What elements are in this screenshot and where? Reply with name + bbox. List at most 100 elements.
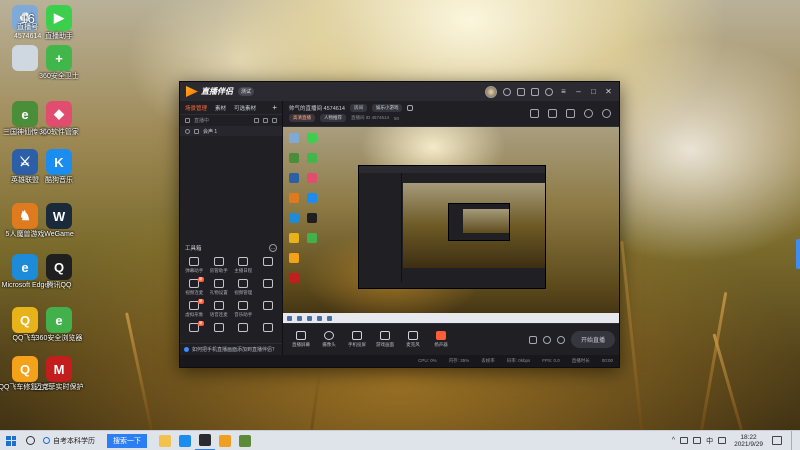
network-icon[interactable] [680, 437, 689, 444]
tool-item[interactable]: 音乐助手 [231, 299, 256, 321]
user-avatar[interactable] [485, 85, 497, 98]
taskbar-app-kugou[interactable] [175, 431, 195, 450]
status-item: 00:00 [601, 358, 613, 363]
side-edge-tab[interactable] [796, 239, 800, 269]
preview-desktop-icon [307, 233, 317, 243]
taskbar-app-misc[interactable] [235, 431, 255, 450]
desktop-icon[interactable]: W WeGame [26, 203, 92, 239]
lock-icon[interactable] [194, 128, 199, 134]
shirt-icon[interactable] [531, 87, 539, 96]
main-area: 帅气的直播间 4574614 房间 娱乐小游戏 高清直播 人物推荐 直播间 ID… [283, 101, 619, 355]
stream-preview[interactable] [283, 127, 619, 323]
tool-item[interactable] [256, 321, 281, 343]
tool-item[interactable]: 语音连麦 [207, 299, 232, 321]
control-button[interactable]: 麦克风 [399, 331, 427, 348]
tool-item[interactable] [207, 321, 232, 343]
cursor-icon[interactable] [185, 118, 190, 123]
taskbar-app-live-companion[interactable] [195, 431, 215, 450]
desktop-icon[interactable]: M 迈克菲实时保护 [26, 356, 92, 392]
help-notice[interactable]: 如何把手机直播画面添加到直播伴侣？ [180, 343, 282, 355]
tool-item[interactable] [256, 277, 281, 299]
tab-materials[interactable]: 素材 [215, 104, 226, 112]
preview-desktop-icon [307, 133, 317, 143]
taskbar-app-game[interactable] [215, 431, 235, 450]
edit-room-chip[interactable]: 房间 [349, 104, 367, 112]
share-icon[interactable] [602, 109, 611, 118]
search-button[interactable]: 搜索一下 [107, 433, 147, 448]
search-box[interactable]: 自考本科学历 [43, 434, 105, 447]
tool-icon [213, 301, 224, 310]
tool-item[interactable] [231, 321, 256, 343]
tool-item[interactable]: 新 [182, 321, 207, 343]
tool-item[interactable]: 虚拟形象 新 [182, 299, 207, 321]
recommend-tag[interactable]: 人物推荐 [320, 114, 346, 122]
tool-item[interactable]: 房管助手 [207, 255, 232, 277]
search-icon[interactable] [26, 436, 35, 445]
desktop-icon[interactable]: Q 腾讯QQ [26, 254, 92, 290]
tab-scenes[interactable]: 场景管理 [185, 104, 207, 112]
record-icon[interactable] [542, 335, 551, 344]
tool-item[interactable]: 礼物设置 [207, 277, 232, 299]
control-button[interactable]: 摄像头 [315, 331, 343, 348]
eye-icon[interactable] [185, 128, 190, 134]
ime-indicator[interactable]: 中 [706, 436, 713, 446]
tool-item[interactable]: 视频连麦 新 [182, 277, 207, 299]
move-up-icon[interactable] [254, 118, 259, 123]
tray-chevron-icon[interactable]: ^ [672, 437, 675, 444]
bell-icon[interactable] [584, 109, 593, 118]
desktop-icon[interactable]: ◆ 360软件管家 [26, 101, 92, 137]
camera-settings-icon[interactable] [528, 335, 537, 344]
wallpaper-grass [712, 333, 743, 431]
menu-icon[interactable]: ≡ [559, 87, 568, 96]
close-icon[interactable]: ✕ [604, 87, 613, 96]
control-button[interactable]: 游戏画面 [371, 331, 399, 348]
taskbar-app-folder[interactable] [155, 431, 175, 450]
volume-icon[interactable] [693, 437, 702, 444]
live-companion-window[interactable]: 直播伴侣 测试 ≡ – □ ✕ 场景管理 素材 可选素材 + 直播中 会声 1 … [179, 81, 620, 368]
tab-optional-materials[interactable]: 可选素材 [234, 104, 256, 112]
move-down-icon[interactable] [263, 118, 268, 123]
maximize-icon[interactable]: □ [589, 87, 598, 96]
desktop-icon[interactable]: e 360安全浏览器 [26, 307, 92, 343]
preview-desktop-icon [289, 213, 299, 223]
preview-nested-window-2 [448, 203, 510, 241]
quality-tag[interactable]: 高清直播 [289, 114, 315, 122]
start-live-button[interactable]: 开始直播 [570, 331, 615, 348]
more-tools-icon[interactable]: … [269, 244, 277, 252]
tool-item[interactable]: 视频管理 [231, 277, 256, 299]
grid-icon[interactable] [718, 437, 727, 444]
source-item[interactable]: 会声 1 [180, 126, 282, 136]
gift-icon[interactable] [517, 87, 525, 96]
desktop-app-icon: ◆ [46, 101, 72, 127]
desktop-icon[interactable]: +360安全卫士 [26, 45, 92, 81]
clock[interactable]: 18:22 2021/9/29 [734, 434, 763, 448]
settings-icon[interactable] [545, 87, 553, 96]
tool-item[interactable]: 弹幕助手 [182, 255, 207, 277]
desktop-icon[interactable]: K 酷狗音乐 [26, 149, 92, 185]
control-button[interactable]: 手机投屏 [343, 331, 371, 348]
show-desktop-button[interactable] [791, 430, 794, 450]
start-button[interactable] [0, 431, 22, 450]
control-button[interactable]: 扬声器 [427, 331, 455, 348]
delete-icon[interactable] [272, 118, 277, 123]
new-badge: 新 [198, 321, 204, 326]
task-icon[interactable] [530, 109, 539, 118]
notification-icon[interactable] [772, 436, 782, 445]
category-chip[interactable]: 娱乐小游戏 [371, 104, 403, 112]
message-icon[interactable] [503, 87, 511, 96]
window-titlebar[interactable]: 直播伴侣 测试 ≡ – □ ✕ [180, 82, 619, 101]
tool-item[interactable] [256, 299, 281, 321]
minimize-icon[interactable]: – [574, 87, 583, 96]
tool-label: 视频连麦 [185, 290, 204, 295]
edit-icon[interactable] [407, 105, 414, 111]
tool-label: 虚拟形象 [185, 312, 204, 317]
lock-room-icon[interactable] [566, 109, 575, 118]
shop-icon[interactable] [548, 109, 557, 118]
control-button[interactable]: 直播屏幕 [287, 331, 315, 348]
tool-item[interactable]: 主播日程 [231, 255, 256, 277]
tool-icon [262, 257, 273, 266]
toolbox-header: 工具箱 … [180, 241, 282, 255]
add-scene-icon[interactable]: + [272, 103, 277, 112]
gear-icon[interactable] [556, 335, 565, 344]
tool-item[interactable] [256, 255, 281, 277]
